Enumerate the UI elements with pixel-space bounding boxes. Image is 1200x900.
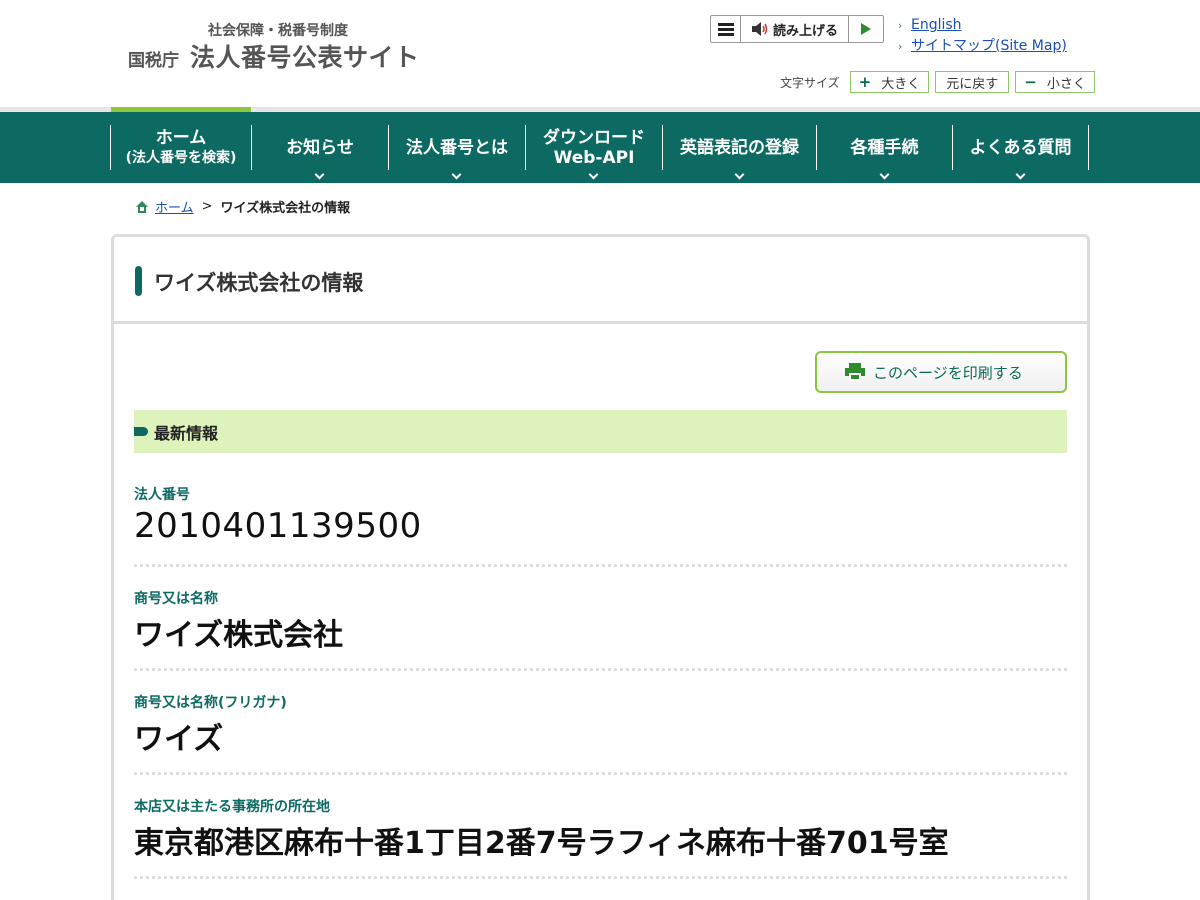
corporate-number-value: 2010401139500 bbox=[134, 506, 422, 546]
read-aloud-button[interactable]: 読み上げる bbox=[741, 16, 849, 42]
nav-procedures[interactable]: 各種手続 bbox=[816, 125, 952, 180]
chevron-down-icon bbox=[1015, 169, 1025, 180]
font-smaller-button[interactable]: − 小さく bbox=[1015, 71, 1095, 93]
nav-download-label: ダウンロード bbox=[543, 127, 645, 148]
nav-download-sublabel: Web-API bbox=[553, 147, 635, 168]
chevron-down-icon bbox=[314, 169, 325, 180]
font-larger-button[interactable]: + 大きく bbox=[849, 71, 930, 93]
field-label: 法人番号 bbox=[134, 487, 190, 503]
page-title: ワイズ株式会社の情報 bbox=[154, 271, 364, 295]
menu-icon-line bbox=[717, 27, 734, 31]
speaker-icon bbox=[751, 22, 768, 36]
nav-english[interactable]: 英語表記の登録 bbox=[662, 125, 816, 180]
nav-about[interactable]: 法人番号とは bbox=[388, 125, 525, 180]
field-label: 商号又は名称(フリガナ) bbox=[134, 695, 287, 711]
nav-home-label: ホーム bbox=[155, 127, 207, 148]
font-larger-label: 大きく bbox=[881, 76, 921, 92]
read-aloud-label: 読み上げる bbox=[772, 23, 838, 39]
chevron-down-icon bbox=[451, 169, 462, 180]
minus-icon: − bbox=[1024, 73, 1037, 91]
nav-faq-label: よくある質問 bbox=[969, 137, 1072, 158]
printer-icon bbox=[845, 363, 865, 381]
english-link-label: English bbox=[911, 17, 962, 33]
font-smaller-label: 小さく bbox=[1046, 76, 1086, 92]
chevron-down-icon bbox=[588, 169, 599, 180]
breadcrumb-current: ワイズ株式会社の情報 bbox=[220, 201, 351, 216]
read-aloud-toolbar: 読み上げる bbox=[710, 15, 884, 43]
sitemap-link[interactable]: › サイトマップ(Site Map) bbox=[898, 36, 1067, 57]
english-link[interactable]: › English bbox=[898, 15, 1067, 36]
company-name-value: ワイズ株式会社 bbox=[134, 618, 344, 653]
nav-procedures-label: 各種手続 bbox=[850, 137, 919, 158]
play-icon bbox=[861, 23, 871, 35]
address-field: 本店又は主たる事務所の所在地 東京都港区麻布十番1丁目2番7号ラフィネ麻布十番7… bbox=[134, 796, 1067, 879]
company-kana-field: 商号又は名称(フリガナ) ワイズ bbox=[134, 692, 1067, 775]
section-heading: 最新情報 bbox=[134, 410, 1067, 453]
title-marker bbox=[135, 266, 142, 296]
page-title-area: ワイズ株式会社の情報 bbox=[114, 237, 1087, 324]
section-marker bbox=[134, 427, 148, 436]
nav-faq[interactable]: よくある質問 bbox=[952, 125, 1089, 180]
nav-about-label: 法人番号とは bbox=[406, 137, 508, 158]
address-value: 東京都港区麻布十番1丁目2番7号ラフィネ麻布十番701号室 bbox=[134, 826, 949, 861]
field-divider bbox=[134, 668, 1067, 671]
font-size-controls: 文字サイズ + 大きく 元に戻す − 小さく bbox=[780, 71, 1101, 93]
field-label: 本店又は主たる事務所の所在地 bbox=[134, 799, 330, 815]
site-header: 社会保障・税番号制度 国税庁 法人番号公表サイト 読み上げる › English … bbox=[0, 0, 1200, 108]
breadcrumb-separator: > bbox=[201, 199, 213, 214]
nav-home[interactable]: ホーム (法人番号を検索) bbox=[110, 125, 251, 170]
breadcrumb: ホーム > ワイズ株式会社の情報 bbox=[135, 197, 350, 216]
header-links: › English › サイトマップ(Site Map) bbox=[898, 15, 1067, 57]
field-divider bbox=[134, 772, 1067, 775]
logo-site-name: 法人番号公表サイト bbox=[190, 43, 420, 72]
breadcrumb-home-link[interactable]: ホーム bbox=[155, 197, 194, 216]
field-label: 商号又は名称 bbox=[134, 591, 218, 607]
content-panel: ワイズ株式会社の情報 このページを印刷する 最新情報 法人番号 20104011… bbox=[111, 234, 1090, 900]
plus-icon: + bbox=[858, 73, 872, 91]
section-title: 最新情報 bbox=[154, 423, 219, 443]
chevron-right-icon: › bbox=[898, 19, 903, 32]
print-button[interactable]: このページを印刷する bbox=[815, 351, 1067, 393]
chevron-down-icon bbox=[734, 169, 744, 180]
field-divider bbox=[134, 876, 1067, 879]
nav-english-label: 英語表記の登録 bbox=[680, 137, 799, 158]
nav-download[interactable]: ダウンロード Web-API bbox=[525, 125, 662, 180]
chevron-down-icon bbox=[879, 169, 889, 180]
logo-agency: 国税庁 bbox=[128, 51, 179, 71]
company-name-field: 商号又は名称 ワイズ株式会社 bbox=[134, 588, 1067, 671]
nav-news-label: お知らせ bbox=[286, 137, 354, 158]
read-aloud-menu-button[interactable] bbox=[711, 16, 741, 42]
font-reset-label: 元に戻す bbox=[946, 76, 999, 92]
field-divider bbox=[134, 564, 1067, 567]
nav-home-sublabel: (法人番号を検索) bbox=[125, 149, 237, 166]
company-kana-value: ワイズ bbox=[134, 722, 224, 757]
menu-icon-line bbox=[717, 32, 734, 36]
font-size-label: 文字サイズ bbox=[780, 75, 840, 90]
corporate-number-field: 法人番号 2010401139500 bbox=[134, 484, 1067, 567]
logo-subtitle: 社会保障・税番号制度 bbox=[208, 23, 348, 39]
print-label: このページを印刷する bbox=[873, 363, 1023, 382]
menu-icon bbox=[717, 22, 734, 26]
sitemap-link-label: サイトマップ(Site Map) bbox=[911, 38, 1067, 54]
play-button[interactable] bbox=[849, 16, 883, 42]
chevron-right-icon: › bbox=[898, 40, 903, 53]
home-icon bbox=[135, 200, 149, 214]
font-reset-button[interactable]: 元に戻す bbox=[935, 71, 1010, 93]
global-nav: ホーム (法人番号を検索) お知らせ 法人番号とは ダウンロード Web-API… bbox=[0, 112, 1200, 183]
nav-news[interactable]: お知らせ bbox=[251, 125, 388, 180]
